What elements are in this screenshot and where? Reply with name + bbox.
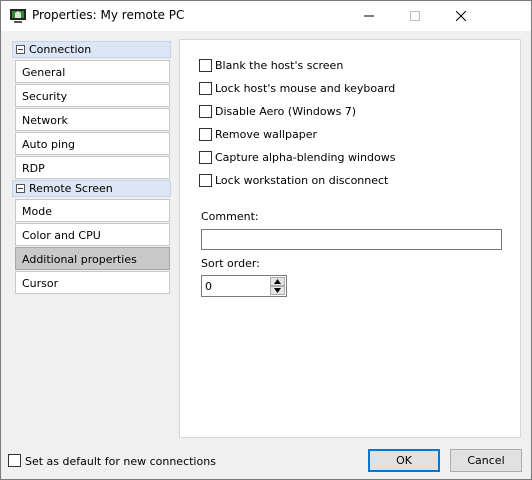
- lock-input-checkbox[interactable]: [199, 82, 212, 95]
- arrow-down-icon: [274, 288, 281, 293]
- window-title: Properties: My remote PC: [32, 8, 185, 22]
- option-label: Capture alpha-blending windows: [215, 151, 396, 164]
- sidebar-item-label: Mode: [22, 205, 52, 218]
- arrow-up-icon: [274, 279, 281, 284]
- option-label: Remove wallpaper: [215, 128, 317, 141]
- cancel-button[interactable]: Cancel: [450, 449, 522, 472]
- sort-order-label: Sort order:: [201, 257, 260, 270]
- capture-alpha-checkbox[interactable]: [199, 151, 212, 164]
- option-label: Blank the host's screen: [215, 59, 344, 72]
- lock-workstation-checkbox[interactable]: [199, 174, 212, 187]
- set-default-checkbox[interactable]: [8, 454, 21, 467]
- comment-label: Comment:: [201, 210, 259, 223]
- option-label: Lock workstation on disconnect: [215, 174, 389, 187]
- sidebar-item-label: Color and CPU: [22, 229, 101, 242]
- sort-order-stepper[interactable]: 0: [201, 275, 287, 297]
- disable-aero-checkbox[interactable]: [199, 105, 212, 118]
- blank-screen-checkbox[interactable]: [199, 59, 212, 72]
- sidebar-item-mode[interactable]: Mode: [15, 199, 170, 222]
- remove-wallpaper-checkbox[interactable]: [199, 128, 212, 141]
- ok-button[interactable]: OK: [368, 449, 440, 472]
- sidebar-item-label: Cursor: [22, 277, 59, 290]
- sidebar-item-auto-ping[interactable]: Auto ping: [15, 132, 170, 155]
- sidebar-item-label: RDP: [22, 162, 45, 175]
- comment-input[interactable]: [201, 229, 502, 250]
- properties-dialog: Properties: My remote PC Connection Gene…: [0, 0, 532, 480]
- minimize-button[interactable]: [346, 1, 392, 31]
- sidebar-item-label: General: [22, 66, 66, 79]
- sidebar-item-cursor[interactable]: Cursor: [15, 271, 170, 294]
- set-default-label: Set as default for new connections: [25, 455, 216, 468]
- minimize-icon: [364, 15, 374, 17]
- sidebar-item-security[interactable]: Security: [15, 84, 170, 107]
- properties-panel: Blank the host's screen Lock host's mous…: [179, 39, 521, 438]
- collapse-icon[interactable]: [16, 45, 25, 54]
- collapse-icon[interactable]: [16, 184, 25, 193]
- sidebar-item-label: Network: [22, 114, 68, 127]
- spin-up-button[interactable]: [270, 277, 285, 286]
- sidebar-item-label: Additional properties: [22, 253, 137, 266]
- sidebar-item-additional-properties[interactable]: Additional properties: [15, 247, 170, 270]
- close-icon: [456, 11, 466, 21]
- remote-desktop-icon: [10, 8, 26, 24]
- maximize-icon: [410, 11, 420, 21]
- sidebar-item-label: Security: [22, 90, 68, 103]
- section-label: Remote Screen: [29, 182, 113, 195]
- section-label: Connection: [29, 43, 92, 56]
- sidebar-item-color-and-cpu[interactable]: Color and CPU: [15, 223, 170, 246]
- spin-down-button[interactable]: [270, 286, 285, 295]
- option-label: Lock host's mouse and keyboard: [215, 82, 396, 95]
- section-header-connection[interactable]: Connection: [12, 41, 171, 58]
- title-bar[interactable]: Properties: My remote PC: [1, 1, 531, 31]
- section-header-remote-screen[interactable]: Remote Screen: [12, 180, 171, 197]
- sort-order-value[interactable]: 0: [205, 280, 212, 293]
- maximize-button[interactable]: [392, 1, 438, 31]
- sidebar-item-network[interactable]: Network: [15, 108, 170, 131]
- sidebar-item-label: Auto ping: [22, 138, 76, 151]
- option-label: Disable Aero (Windows 7): [215, 105, 357, 118]
- close-button[interactable]: [438, 1, 484, 31]
- sidebar-item-general[interactable]: General: [15, 60, 170, 83]
- sidebar-item-rdp[interactable]: RDP: [15, 156, 170, 179]
